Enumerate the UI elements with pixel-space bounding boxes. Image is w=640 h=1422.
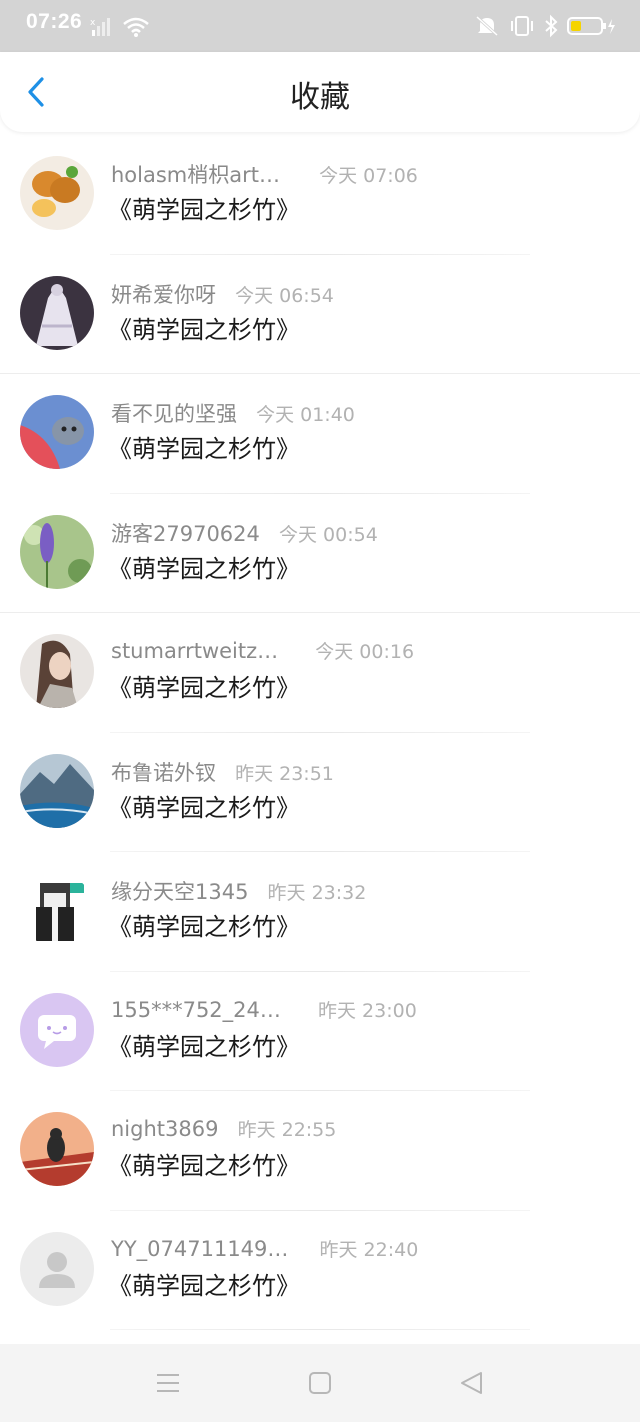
timestamp: 昨天 22:40	[319, 1238, 419, 1261]
username[interactable]: YY_074711149…	[111, 1237, 288, 1261]
bluetooth-icon	[545, 14, 558, 38]
avatar	[20, 275, 94, 350]
item-title: 《萌学园之杉竹》	[108, 1032, 300, 1061]
svg-text:x: x	[90, 18, 96, 28]
item-title: 《萌学园之杉竹》	[108, 793, 300, 822]
item-meta: YY_074711149… 昨天 22:40	[111, 1235, 418, 1265]
item-meta: stumarrtweitz… 今天 00:16	[111, 637, 414, 667]
signal-icon: x	[90, 18, 110, 36]
item-meta: 缘分天空1345 昨天 23:32	[111, 876, 366, 906]
triangle-back-icon	[461, 1372, 482, 1394]
list-item[interactable]: YY_074711149… 昨天 22:40 《萌学园之杉竹》	[0, 1211, 640, 1330]
avatar	[20, 992, 94, 1067]
list-item[interactable]: 布鲁诺外钗 昨天 23:51 《萌学园之杉竹》	[0, 733, 640, 852]
nav-back-button[interactable]	[457, 1368, 487, 1398]
divider	[110, 1329, 530, 1330]
home-button[interactable]	[305, 1368, 335, 1398]
page-title: 收藏	[290, 80, 350, 115]
timestamp: 今天 06:54	[235, 284, 334, 307]
username[interactable]: stumarrtweitz…	[111, 639, 278, 663]
battery-icon	[567, 17, 615, 35]
list-item[interactable]: holasm梢枳art… 今天 07:06 《萌学园之杉竹》	[0, 135, 640, 255]
username[interactable]: night3869	[111, 1117, 218, 1141]
item-meta: 布鲁诺外钗 昨天 23:51	[111, 757, 334, 787]
item-title: 《萌学园之杉竹》	[108, 1271, 300, 1300]
timestamp: 昨天 23:00	[317, 999, 417, 1022]
favorites-list: holasm梢枳art… 今天 07:06 《萌学园之杉竹》 妍希爱你呀 今天 …	[0, 135, 640, 1330]
item-meta: 游客27970624 今天 00:54	[111, 518, 378, 548]
title-bar: 收藏	[0, 52, 640, 132]
item-title: 《萌学园之杉竹》	[108, 1152, 300, 1180]
item-title: 《萌学园之杉竹》	[108, 196, 300, 224]
list-item[interactable]: 妍希爱你呀 今天 06:54 《萌学园之杉竹》	[0, 255, 640, 374]
item-title: 《萌学园之杉竹》	[108, 674, 300, 702]
item-title: 《萌学园之杉竹》	[108, 913, 300, 941]
timestamp: 昨天 23:32	[267, 882, 367, 904]
item-meta: night3869 昨天 22:55	[111, 1115, 336, 1145]
username[interactable]: 布鲁诺外钗	[111, 761, 216, 785]
timestamp: 昨天 23:51	[235, 762, 334, 785]
avatar	[20, 514, 94, 589]
item-title: 《萌学园之杉竹》	[108, 435, 300, 463]
status-time: 07:26	[26, 10, 83, 33]
item-meta: 155***752_24… 昨天 23:00	[111, 996, 417, 1026]
avatar	[20, 753, 94, 828]
menu-icon	[157, 1374, 179, 1392]
item-title: 《萌学园之杉竹》	[108, 315, 300, 344]
list-item[interactable]: 155***752_24… 昨天 23:00 《萌学园之杉竹》	[0, 972, 640, 1091]
timestamp: 今天 00:54	[278, 523, 378, 546]
item-meta: 看不见的坚强 今天 01:40	[111, 398, 355, 428]
avatar	[20, 156, 94, 230]
list-item[interactable]: stumarrtweitz… 今天 00:16 《萌学园之杉竹》	[0, 613, 640, 733]
avatar	[20, 1231, 94, 1306]
avatar	[20, 873, 94, 947]
timestamp: 今天 00:16	[315, 641, 415, 663]
username[interactable]: 妍希爱你呀	[111, 283, 216, 307]
username[interactable]: 155***752_24…	[111, 998, 281, 1022]
list-item[interactable]: 缘分天空1345 昨天 23:32 《萌学园之杉竹》	[0, 852, 640, 972]
timestamp: 今天 01:40	[256, 404, 355, 426]
list-item[interactable]: 游客27970624 今天 00:54 《萌学园之杉竹》	[0, 494, 640, 613]
avatar	[20, 395, 94, 469]
status-bar: 07:26 x	[0, 0, 640, 52]
wifi-icon	[123, 17, 149, 37]
navigation-bar	[0, 1344, 640, 1422]
vibrate-icon	[511, 16, 533, 36]
item-meta: holasm梢枳art… 今天 07:06	[111, 159, 418, 189]
username[interactable]: 缘分天空1345	[111, 880, 248, 904]
avatar	[20, 634, 94, 708]
mute-icon	[475, 15, 499, 37]
list-item[interactable]: night3869 昨天 22:55 《萌学园之杉竹》	[0, 1091, 640, 1211]
status-right-icons	[474, 13, 616, 39]
list-item[interactable]: 看不见的坚强 今天 01:40 《萌学园之杉竹》	[0, 374, 640, 494]
timestamp: 昨天 22:55	[237, 1119, 337, 1141]
username[interactable]: 游客27970624	[111, 522, 260, 546]
username[interactable]: holasm梢枳art…	[111, 163, 280, 187]
item-title: 《萌学园之杉竹》	[108, 554, 300, 583]
item-meta: 妍希爱你呀 今天 06:54	[111, 279, 334, 309]
username[interactable]: 看不见的坚强	[111, 402, 237, 426]
menu-button[interactable]	[153, 1368, 183, 1398]
avatar	[20, 1112, 94, 1186]
timestamp: 今天 07:06	[319, 165, 418, 187]
square-home-icon	[309, 1372, 331, 1394]
status-left-icons: x	[90, 14, 150, 40]
